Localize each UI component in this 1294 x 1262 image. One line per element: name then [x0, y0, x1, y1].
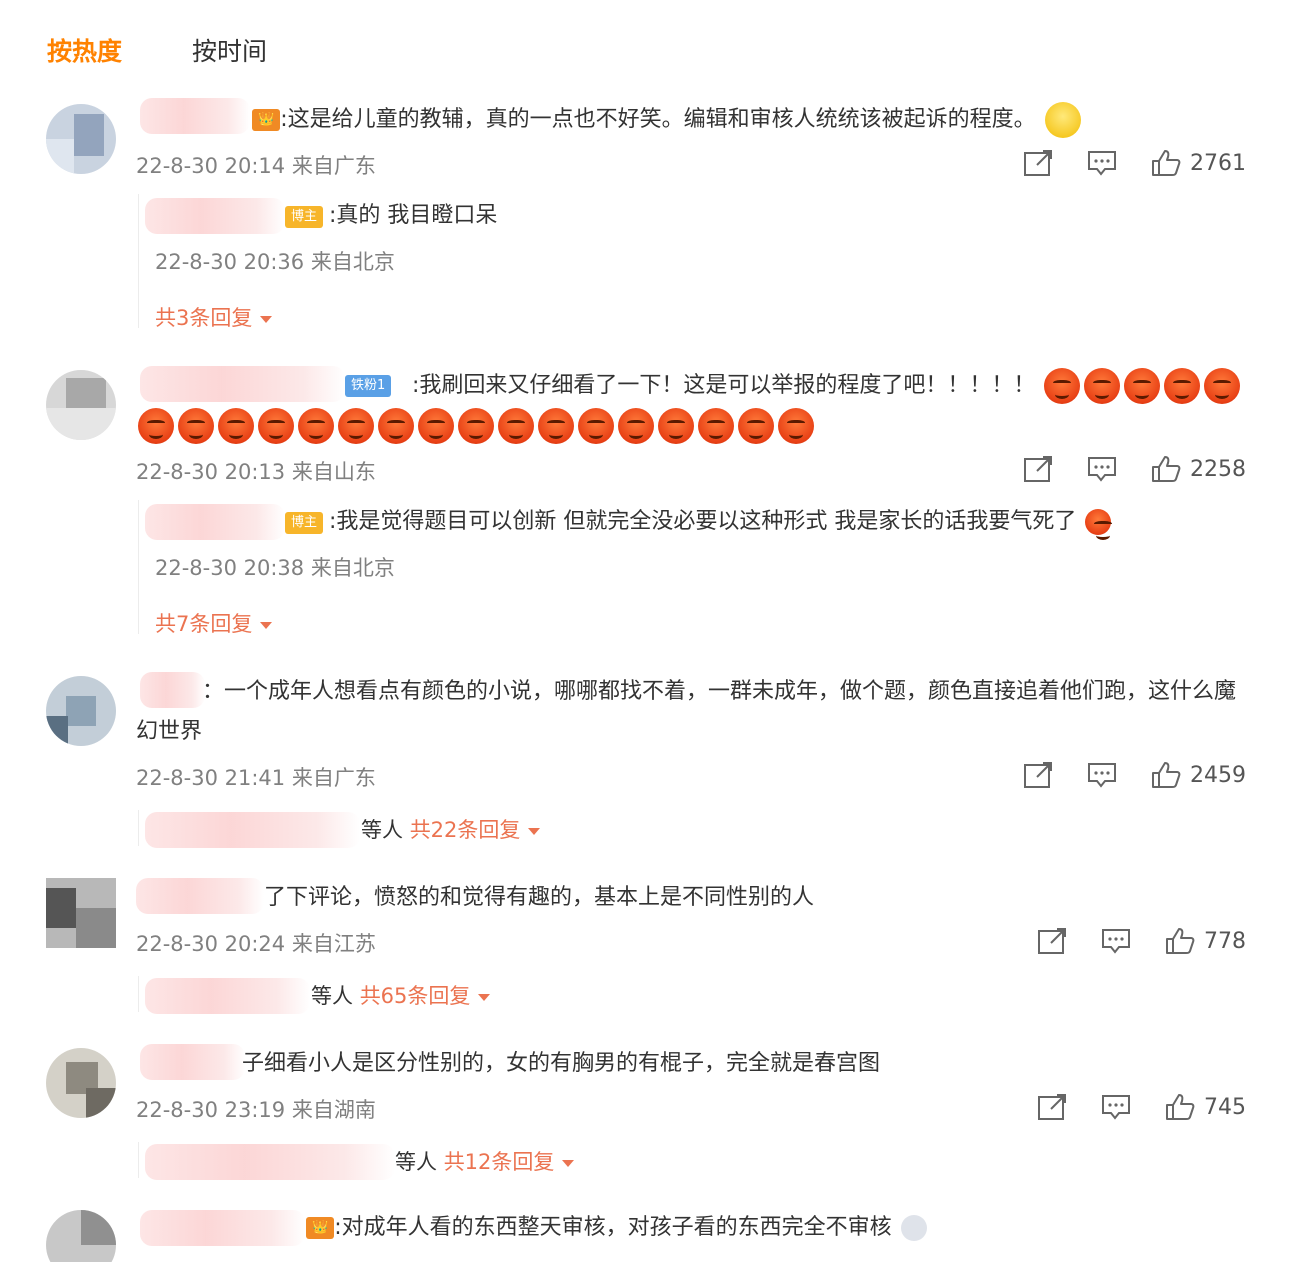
like-count: 2761	[1190, 150, 1246, 176]
like-count: 2258	[1190, 456, 1246, 482]
share-icon[interactable]	[1036, 1092, 1068, 1122]
angry-emoji-icon	[1044, 368, 1081, 404]
comment-meta: 22-8-30 23:19 来自湖南	[136, 1098, 376, 1122]
comment-actions: 778	[1004, 926, 1246, 956]
like-icon[interactable]	[1164, 926, 1196, 956]
comment-text: :这是给儿童的教辅，真的一点也不好笑。编辑和审核人统统该被起诉的程度。	[280, 107, 1036, 132]
angry-emoji-icon	[778, 408, 814, 444]
chevron-down-icon	[478, 993, 491, 1001]
avatar[interactable]	[46, 676, 116, 746]
tab-by-time[interactable]: 按时间	[192, 32, 267, 68]
like-icon[interactable]	[1150, 454, 1182, 484]
reply-summary: 等人 共22条回复	[138, 810, 738, 848]
share-icon[interactable]	[1022, 148, 1054, 178]
like-count: 2459	[1190, 762, 1246, 788]
angry-emoji-icon	[538, 408, 574, 444]
comment-text: 子细看小人是区分性别的，女的有胸男的有棍子，完全就是春宫图	[242, 1051, 881, 1076]
like-count: 778	[1204, 928, 1246, 954]
reply-block: 博主 :我是觉得题目可以创新 但就完全没必要以这种形式 我是家长的话我要气死了 …	[138, 500, 1198, 636]
reply-meta: 22-8-30 20:38 来自北京	[155, 556, 395, 580]
avatar[interactable]	[46, 104, 116, 174]
comment-icon[interactable]	[1100, 1092, 1132, 1122]
angry-emoji-icon	[1204, 368, 1241, 404]
reply-summary: 等人 共65条回复	[138, 976, 738, 1014]
comment-meta: 22-8-30 20:13 来自山东	[136, 460, 376, 484]
like-icon[interactable]	[1150, 760, 1182, 790]
comment-actions: 2459	[990, 760, 1246, 790]
chevron-down-icon	[260, 621, 273, 629]
angry-emoji-icon	[378, 408, 414, 444]
angry-emoji-icon	[138, 408, 174, 444]
angry-emoji-icon	[738, 408, 774, 444]
comment-text: :我刷回来又仔细看了一下！这是可以举报的程度了吧！！！！！	[412, 373, 1036, 398]
share-icon[interactable]	[1036, 926, 1068, 956]
reply-meta: 22-8-30 20:36 来自北京	[155, 250, 395, 274]
comment-icon[interactable]	[1086, 454, 1118, 484]
comment-actions: 2258	[990, 454, 1246, 484]
chevron-down-icon	[260, 315, 273, 323]
chevron-down-icon	[528, 827, 541, 835]
angry-emoji-icon	[178, 408, 214, 444]
blogger-badge: 博主	[285, 512, 324, 534]
like-icon[interactable]	[1164, 1092, 1196, 1122]
avatar[interactable]	[46, 878, 116, 948]
share-icon[interactable]	[1022, 454, 1054, 484]
comment-actions: 2761	[990, 148, 1246, 178]
comment-actions: 745	[1004, 1092, 1246, 1122]
reply-text: :真的 我目瞪口呆	[329, 203, 498, 228]
chevron-down-icon	[562, 1159, 575, 1167]
more-replies-link[interactable]: 共3条回复	[155, 302, 273, 332]
blurred-username	[145, 812, 360, 848]
reply-block: 博主 :真的 我目瞪口呆 22-8-30 20:36 来自北京 共3条回复	[138, 194, 738, 330]
blurred-username	[145, 1144, 395, 1180]
comment-icon[interactable]	[1086, 760, 1118, 790]
comment-meta: 22-8-30 20:14 来自广东	[136, 154, 376, 178]
angry-emoji-icon	[298, 408, 334, 444]
comment-meta: 22-8-30 20:24 来自江苏	[136, 932, 376, 956]
angry-emoji-icon	[1164, 368, 1201, 404]
emoji-icon	[900, 1215, 927, 1241]
reply-text: :我是觉得题目可以创新 但就完全没必要以这种形式 我是家长的话我要气死了	[329, 509, 1077, 534]
angry-emoji-icon	[258, 408, 294, 444]
smile-emoji-icon	[1044, 102, 1081, 138]
reply-summary: 等人 共12条回复	[138, 1142, 738, 1180]
blurred-username	[145, 504, 285, 540]
like-count: 745	[1204, 1094, 1246, 1120]
comment-meta: 22-8-30 21:41 来自广东	[136, 766, 376, 790]
blogger-badge: 博主	[285, 206, 324, 228]
more-replies-link[interactable]: 等人 共65条回复	[311, 980, 491, 1010]
angry-emoji-icon	[698, 408, 734, 444]
avatar[interactable]	[46, 1048, 116, 1118]
comment-text: ：一个成年人想看点有颜色的小说，哪哪都找不着，一群未成年，做个题，颜色直接追着他…	[136, 679, 1237, 744]
comment-text: :对成年人看的东西整天审核，对孩子看的东西完全不审核	[334, 1215, 892, 1240]
angry-emoji-icon	[1124, 368, 1161, 404]
angry-emoji-icon	[338, 408, 374, 444]
angry-emoji-icon	[458, 408, 494, 444]
angry-emoji-icon	[578, 408, 614, 444]
avatar[interactable]	[46, 370, 116, 440]
blurred-username	[145, 978, 310, 1014]
blurred-username	[145, 198, 285, 234]
like-icon[interactable]	[1150, 148, 1182, 178]
tab-by-hot[interactable]: 按热度	[47, 32, 122, 68]
more-replies-link[interactable]: 等人 共22条回复	[361, 814, 541, 844]
angry-emoji-icon	[1084, 368, 1121, 404]
angry-emoji-icon	[498, 408, 534, 444]
comment-text: 了下评论，愤怒的和觉得有趣的，基本上是不同性别的人	[264, 885, 815, 910]
share-icon[interactable]	[1022, 760, 1054, 790]
angry-emoji-icon	[618, 408, 654, 444]
angry-emoji-icon	[1085, 509, 1113, 540]
comment-icon[interactable]	[1100, 926, 1132, 956]
more-replies-link[interactable]: 等人 共12条回复	[395, 1146, 575, 1176]
comment-icon[interactable]	[1086, 148, 1118, 178]
angry-emoji-icon	[418, 408, 454, 444]
angry-emoji-icon	[218, 408, 254, 444]
avatar[interactable]	[46, 1210, 116, 1262]
angry-emoji-icon	[658, 408, 694, 444]
more-replies-link[interactable]: 共7条回复	[155, 608, 273, 638]
